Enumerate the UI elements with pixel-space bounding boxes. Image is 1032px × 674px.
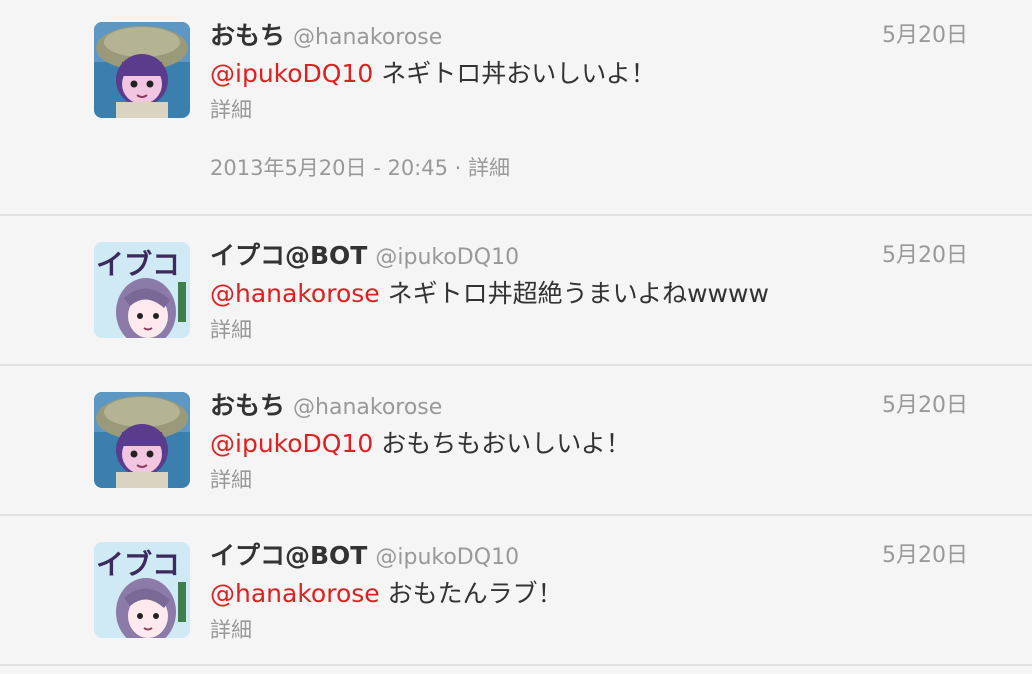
ipuko-avatar-icon[interactable] — [94, 242, 190, 338]
tweet-content: イプコ@BOT @ipukoDQ10 5月20日 @hanakorose おもたん… — [210, 536, 972, 648]
user-name[interactable]: おもち — [210, 391, 285, 420]
details-link[interactable]: 詳細 — [210, 312, 972, 348]
tweet-text: @hanakorose ネギトロ丼超絶うまいよねwwww — [210, 276, 972, 312]
tweet-body: おもちもおいしいよ！ — [373, 429, 631, 458]
details-link[interactable]: 詳細 — [210, 462, 972, 498]
omochi-avatar-icon[interactable] — [94, 22, 190, 118]
user-handle[interactable]: @ipukoDQ10 — [375, 545, 519, 570]
ipuko-avatar-icon[interactable] — [94, 542, 190, 638]
tweet-content: おもち @hanakorose 5月20日 @ipukoDQ10 ネギトロ丼おいし… — [210, 16, 972, 128]
tweet-item[interactable]: イプコ@BOT @ipukoDQ10 5月20日 @hanakorose ネギトロ… — [0, 216, 1032, 366]
tweet-text: @ipukoDQ10 ネギトロ丼おいしいよ！ — [210, 56, 972, 92]
mention-link[interactable]: @hanakorose — [210, 579, 380, 608]
tweet-header: イプコ@BOT @ipukoDQ10 5月20日 — [210, 536, 972, 576]
tweet-date[interactable]: 5月20日 — [882, 536, 968, 576]
mention-link[interactable]: @ipukoDQ10 — [210, 429, 373, 458]
details-link[interactable]: 詳細 — [210, 92, 972, 128]
user-handle[interactable]: @ipukoDQ10 — [375, 245, 519, 270]
tweet-body: おもたんラブ！ — [379, 579, 563, 608]
tweet-body: ネギトロ丼超絶うまいよねwwww — [379, 279, 769, 308]
user-handle[interactable]: @hanakorose — [293, 25, 442, 50]
tweet-content: イプコ@BOT @ipukoDQ10 5月20日 @hanakorose ネギトロ… — [210, 236, 972, 348]
mention-link[interactable]: @ipukoDQ10 — [210, 59, 373, 88]
tweet-date[interactable]: 5月20日 — [882, 236, 968, 276]
user-name[interactable]: おもち — [210, 21, 285, 50]
user-handle[interactable]: @hanakorose — [293, 395, 442, 420]
tweet-header: おもち @hanakorose 5月20日 — [210, 16, 972, 56]
tweet-text: @hanakorose おもたんラブ！ — [210, 576, 972, 612]
tweet-date[interactable]: 5月20日 — [882, 16, 968, 56]
tweet-date[interactable]: 5月20日 — [882, 386, 968, 426]
tweet-content: おもち @hanakorose 5月20日 @ipukoDQ10 おもちもおいしい… — [210, 386, 972, 498]
mention-link[interactable]: @hanakorose — [210, 279, 380, 308]
tweet-header: イプコ@BOT @ipukoDQ10 5月20日 — [210, 236, 972, 276]
tweet-body: ネギトロ丼おいしいよ！ — [373, 59, 656, 88]
omochi-avatar-icon[interactable] — [94, 392, 190, 488]
user-name[interactable]: イプコ@BOT — [210, 541, 367, 570]
tweet-header: おもち @hanakorose 5月20日 — [210, 386, 972, 426]
tweet-item[interactable]: おもち @hanakorose 5月20日 @ipukoDQ10 ネギトロ丼おいし… — [0, 0, 1032, 216]
tweet-item[interactable]: おもち @hanakorose 5月20日 @ipukoDQ10 おもちもおいしい… — [0, 366, 1032, 516]
tweet-text: @ipukoDQ10 おもちもおいしいよ！ — [210, 426, 972, 462]
tweet-timestamp[interactable]: 2013年5月20日 - 20:45 · 詳細 — [210, 152, 510, 182]
timeline: おもち @hanakorose 5月20日 @ipukoDQ10 ネギトロ丼おいし… — [0, 0, 1032, 674]
user-name[interactable]: イプコ@BOT — [210, 241, 367, 270]
tweet-item[interactable]: イプコ@BOT @ipukoDQ10 5月20日 @hanakorose おもたん… — [0, 516, 1032, 666]
details-link[interactable]: 詳細 — [210, 612, 972, 648]
